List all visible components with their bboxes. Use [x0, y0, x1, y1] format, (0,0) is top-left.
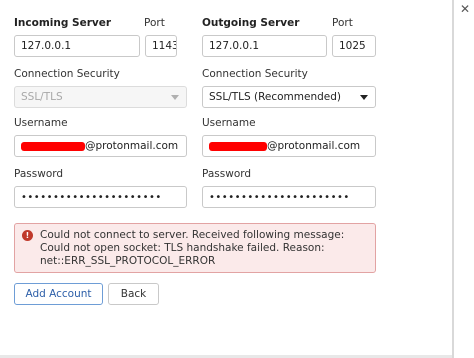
incoming-security-label: Connection Security — [14, 68, 120, 80]
error-notification: ! Could not connect to server. Received … — [14, 223, 376, 273]
incoming-port-label: Port — [144, 17, 165, 29]
outgoing-username-label: Username — [202, 117, 256, 129]
outgoing-security-select[interactable]: SSL/TLS (Recommended) — [202, 86, 376, 108]
dialog-edge — [452, 0, 454, 358]
incoming-port-value: 1143 — [152, 40, 177, 52]
incoming-server-input[interactable]: 127.0.0.1 — [14, 35, 140, 57]
back-button[interactable]: Back — [108, 283, 159, 305]
outgoing-port-input[interactable]: 1025 — [332, 35, 376, 57]
outgoing-server-label: Outgoing Server — [202, 17, 300, 29]
outgoing-security-label: Connection Security — [202, 68, 308, 80]
error-message: Could not connect to server. Received fo… — [40, 229, 345, 267]
incoming-username-label: Username — [14, 117, 68, 129]
outgoing-username-suffix: @protonmail.com — [267, 140, 361, 152]
incoming-password-mask: •••••••••••••••••••••• — [21, 191, 162, 203]
outgoing-port-label: Port — [332, 17, 353, 29]
incoming-server-value: 127.0.0.1 — [21, 40, 72, 52]
incoming-password-input[interactable]: •••••••••••••••••••••• — [14, 186, 187, 208]
incoming-username-suffix: @protonmail.com — [85, 140, 179, 152]
outgoing-password-mask: •••••••••••••••••••••• — [209, 191, 350, 203]
error-icon: ! — [22, 230, 33, 241]
incoming-port-input[interactable]: 1143 — [145, 35, 177, 57]
redaction-mark — [209, 141, 267, 151]
outgoing-server-value: 127.0.0.1 — [209, 40, 260, 52]
chevron-down-icon — [171, 95, 179, 100]
outgoing-password-label: Password — [202, 168, 252, 180]
incoming-username-input[interactable]: @protonmail.com — [14, 135, 187, 157]
add-account-button[interactable]: Add Account — [14, 283, 103, 305]
outgoing-security-value: SSL/TLS (Recommended) — [209, 91, 342, 103]
incoming-server-label: Incoming Server — [14, 17, 112, 29]
redaction-mark — [21, 141, 85, 151]
incoming-password-label: Password — [14, 168, 64, 180]
incoming-security-value: SSL/TLS — [21, 91, 63, 103]
outgoing-password-input[interactable]: •••••••••••••••••••••• — [202, 186, 376, 208]
outgoing-server-input[interactable]: 127.0.0.1 — [202, 35, 327, 57]
chevron-down-icon — [360, 95, 368, 100]
close-icon[interactable]: ✕ — [459, 3, 471, 15]
outgoing-port-value: 1025 — [339, 40, 366, 52]
incoming-security-select[interactable]: SSL/TLS — [14, 86, 187, 108]
outgoing-username-input[interactable]: @protonmail.com — [202, 135, 376, 157]
